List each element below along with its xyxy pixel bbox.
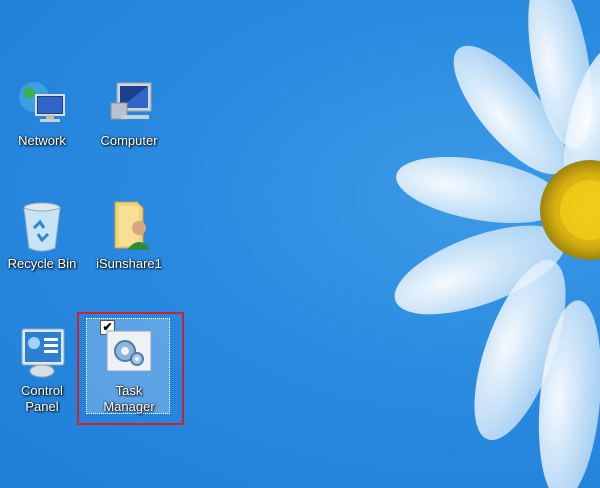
icon-label: Computer bbox=[100, 133, 158, 148]
user-folder-icon bbox=[101, 198, 157, 254]
icon-label: iSunshare1 bbox=[96, 256, 162, 271]
icon-label: Recycle Bin bbox=[7, 256, 77, 271]
desktop-icon-network[interactable]: Network bbox=[2, 75, 82, 149]
desktop-icon-computer[interactable]: Computer bbox=[89, 75, 169, 149]
control-panel-icon bbox=[14, 325, 70, 381]
icon-label: Control Panel bbox=[21, 383, 63, 414]
desktop-icon-recycle-bin[interactable]: Recycle Bin bbox=[2, 198, 82, 272]
recycle-bin-icon bbox=[14, 198, 70, 254]
computer-icon bbox=[101, 75, 157, 131]
annotation-highlight-box bbox=[77, 312, 184, 425]
desktop[interactable]: ✔ Network Computer Recycle Bin iSunshare… bbox=[0, 0, 600, 488]
desktop-icon-control-panel[interactable]: Control Panel bbox=[2, 325, 82, 415]
network-icon bbox=[14, 75, 70, 131]
desktop-icon-isunshare1[interactable]: iSunshare1 bbox=[89, 198, 169, 272]
icon-label: Network bbox=[18, 133, 66, 148]
